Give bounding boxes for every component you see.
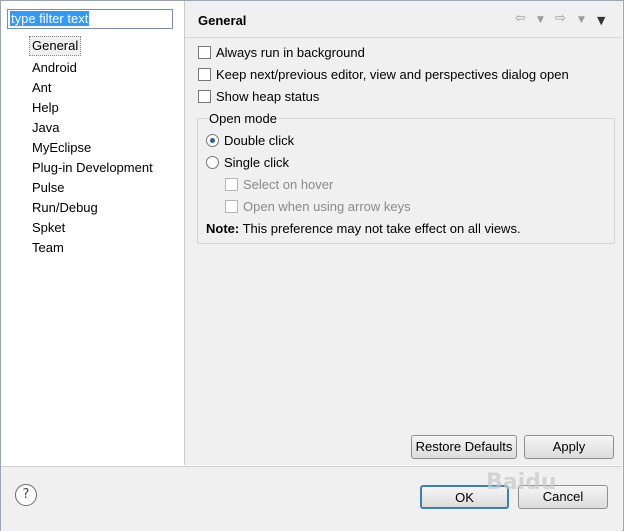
note-label: Note: <box>206 221 240 236</box>
open-arrow-option[interactable]: Open when using arrow keys <box>225 198 411 216</box>
double-click-label: Double click <box>224 133 295 148</box>
page-header: General ⇦ ▼ ⇨ ▼ ▼ <box>185 1 622 38</box>
restore-defaults-button[interactable]: Restore Defaults <box>411 435 517 459</box>
double-click-radio[interactable] <box>206 134 219 147</box>
ok-button[interactable]: OK <box>420 485 509 509</box>
filter-input[interactable]: type filter text <box>7 9 173 29</box>
tree-item-java[interactable]: Java <box>29 118 153 138</box>
always-run-checkbox[interactable] <box>198 46 211 59</box>
tree-item-team[interactable]: Team <box>29 238 153 258</box>
tree-item-android[interactable]: Android <box>29 58 153 78</box>
tree-item-general[interactable]: General <box>29 36 81 56</box>
filter-text: type filter text <box>10 11 90 26</box>
show-heap-option[interactable]: Show heap status <box>198 88 319 106</box>
keep-next-option[interactable]: Keep next/previous editor, view and pers… <box>198 66 569 84</box>
right-panel: General ⇦ ▼ ⇨ ▼ ▼ Always run in backgrou… <box>185 1 622 465</box>
tree-item-pulse[interactable]: Pulse <box>29 178 153 198</box>
open-arrow-checkbox[interactable] <box>225 200 238 213</box>
forward-dropdown-icon[interactable]: ▼ <box>578 15 585 25</box>
single-click-radio[interactable] <box>206 156 219 169</box>
help-icon[interactable]: ? <box>15 484 37 506</box>
double-click-option[interactable]: Double click <box>206 132 294 150</box>
open-arrow-label: Open when using arrow keys <box>243 199 411 214</box>
select-hover-label: Select on hover <box>243 177 334 192</box>
back-arrow-icon[interactable]: ⇦ <box>515 11 526 26</box>
dialog-footer: ? OK Cancel <box>1 466 622 531</box>
note-body: This preference may not take effect on a… <box>242 221 521 236</box>
single-click-label: Single click <box>224 155 290 170</box>
note-text: Note: This preference may not take effec… <box>206 220 521 238</box>
forward-arrow-icon[interactable]: ⇨ <box>555 11 566 26</box>
view-menu-icon[interactable]: ▼ <box>597 14 605 27</box>
preference-tree: General Android Ant Help Java MyEclipse … <box>29 36 153 258</box>
tree-item-help[interactable]: Help <box>29 98 153 118</box>
tree-item-spket[interactable]: Spket <box>29 218 153 238</box>
apply-button[interactable]: Apply <box>524 435 614 459</box>
always-run-option[interactable]: Always run in background <box>198 44 365 62</box>
select-hover-option[interactable]: Select on hover <box>225 176 333 194</box>
keep-next-label: Keep next/previous editor, view and pers… <box>216 67 569 82</box>
select-hover-checkbox[interactable] <box>225 178 238 191</box>
left-panel: type filter text General Android Ant Hel… <box>1 1 185 465</box>
show-heap-checkbox[interactable] <box>198 90 211 103</box>
single-click-option[interactable]: Single click <box>206 154 289 172</box>
tree-item-run-debug[interactable]: Run/Debug <box>29 198 153 218</box>
page-title: General <box>198 13 247 28</box>
always-run-label: Always run in background <box>216 45 365 60</box>
open-mode-title: Open mode <box>207 110 279 128</box>
cancel-button[interactable]: Cancel <box>518 485 608 509</box>
tree-item-myeclipse[interactable]: MyEclipse <box>29 138 153 158</box>
tree-item-ant[interactable]: Ant <box>29 78 153 98</box>
tree-item-plugin-development[interactable]: Plug-in Development <box>29 158 153 178</box>
keep-next-checkbox[interactable] <box>198 68 211 81</box>
back-dropdown-icon[interactable]: ▼ <box>537 15 544 25</box>
show-heap-label: Show heap status <box>216 89 320 104</box>
